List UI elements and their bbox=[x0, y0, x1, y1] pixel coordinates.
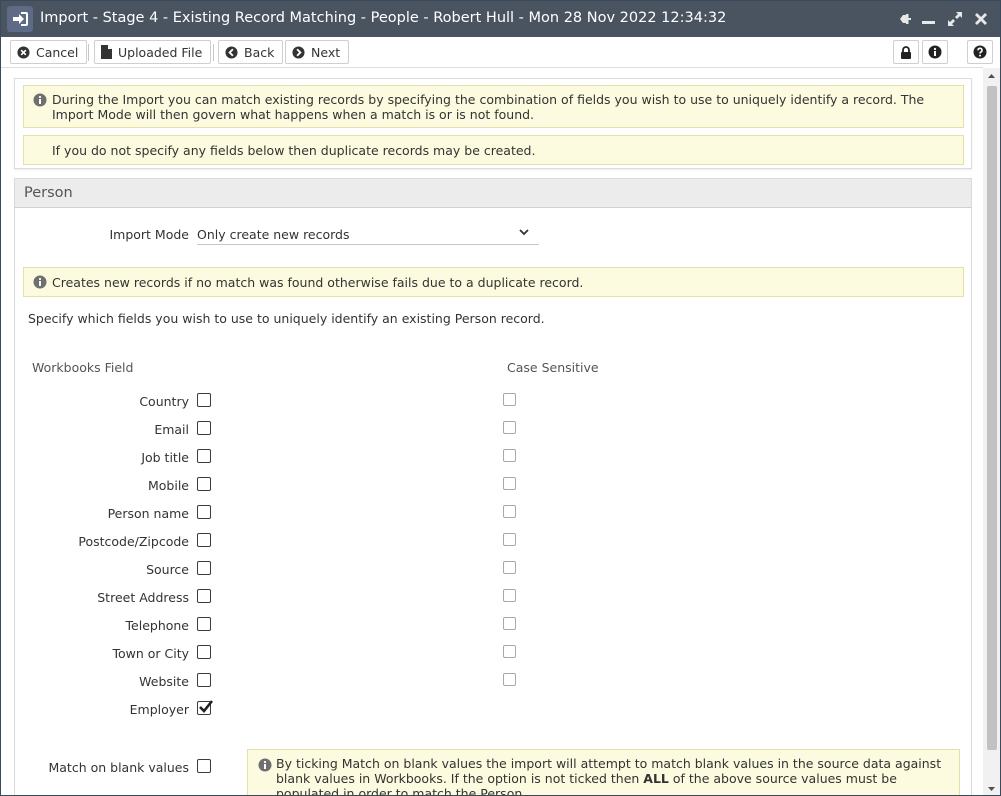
case-checkbox-email[interactable] bbox=[503, 421, 516, 434]
case-checkbox-website[interactable] bbox=[503, 673, 516, 686]
field-checkbox-telephone[interactable] bbox=[197, 617, 211, 631]
title-bar: Import - Stage 4 - Existing Record Match… bbox=[1, 1, 1000, 37]
field-checkbox-mobile[interactable] bbox=[197, 477, 211, 491]
field-checkbox-street-address[interactable] bbox=[197, 589, 211, 603]
uploaded-file-button[interactable]: Uploaded File bbox=[94, 40, 212, 64]
toolbar-divider bbox=[88, 44, 89, 61]
field-checkbox-job-title[interactable] bbox=[197, 449, 211, 463]
field-label: Country bbox=[139, 394, 189, 409]
mode-description-notice: Creates new records if no match was foun… bbox=[23, 267, 964, 297]
intro-card: During the Import you can match existing… bbox=[14, 78, 972, 169]
toolbar-divider bbox=[213, 44, 214, 61]
case-checkbox-person-name[interactable] bbox=[503, 505, 516, 518]
person-panel-header: Person bbox=[14, 178, 972, 208]
help-button[interactable] bbox=[967, 40, 993, 64]
match-blank-checkbox[interactable] bbox=[197, 759, 211, 773]
field-checkbox-website[interactable] bbox=[197, 673, 211, 687]
back-label: Back bbox=[244, 44, 275, 60]
panel-title: Person bbox=[24, 185, 73, 201]
next-label: Next bbox=[311, 44, 341, 60]
info-circle-icon bbox=[33, 275, 47, 289]
field-label: Street Address bbox=[97, 590, 189, 605]
field-label: Person name bbox=[107, 506, 189, 521]
field-label: Website bbox=[139, 674, 189, 689]
case-checkbox-mobile[interactable] bbox=[503, 477, 516, 490]
field-label: Email bbox=[154, 422, 189, 437]
field-label: Job title bbox=[141, 450, 189, 465]
scroll-up-icon[interactable] bbox=[983, 68, 1000, 84]
field-label: Mobile bbox=[147, 478, 189, 493]
maximize-icon[interactable] bbox=[944, 8, 966, 30]
field-label: Town or City bbox=[112, 646, 189, 661]
match-blank-label: Match on blank values bbox=[48, 760, 189, 775]
blank-note-emphasis: ALL bbox=[643, 771, 669, 786]
field-label: Telephone bbox=[125, 618, 189, 633]
field-checkbox-source[interactable] bbox=[197, 561, 211, 575]
uploaded-file-label: Uploaded File bbox=[118, 44, 203, 60]
window-title: Import - Stage 4 - Existing Record Match… bbox=[40, 10, 727, 26]
workbooks-field-header: Workbooks Field bbox=[32, 360, 134, 375]
case-checkbox-telephone[interactable] bbox=[503, 617, 516, 630]
import-mode-value: Only create new records bbox=[197, 227, 350, 242]
back-button[interactable]: Back bbox=[218, 40, 284, 64]
import-window: Import - Stage 4 - Existing Record Match… bbox=[0, 0, 1001, 796]
import-mode-select[interactable]: Only create new records bbox=[197, 223, 539, 245]
scroll-thumb[interactable] bbox=[987, 86, 997, 750]
case-checkbox-postcode[interactable] bbox=[503, 533, 516, 546]
arrow-circle-left-icon bbox=[225, 45, 238, 59]
blank-values-text: By ticking Match on blank values the imp… bbox=[276, 756, 951, 795]
chevron-down-icon bbox=[519, 229, 529, 236]
next-button[interactable]: Next bbox=[285, 40, 350, 64]
field-checkbox-email[interactable] bbox=[197, 421, 211, 435]
info-button[interactable] bbox=[922, 40, 948, 64]
field-label: Employer bbox=[129, 702, 189, 717]
info-circle-icon bbox=[928, 45, 942, 59]
case-checkbox-source[interactable] bbox=[503, 561, 516, 574]
field-checkbox-person-name[interactable] bbox=[197, 505, 211, 519]
field-checkbox-town-city[interactable] bbox=[197, 645, 211, 659]
intro-notice: During the Import you can match existing… bbox=[23, 85, 964, 128]
check-icon bbox=[199, 700, 214, 713]
field-label: Postcode/Zipcode bbox=[78, 534, 189, 549]
case-checkbox-job-title[interactable] bbox=[503, 449, 516, 462]
instructions-text: Specify which fields you wish to use to … bbox=[28, 311, 545, 326]
file-icon bbox=[101, 45, 112, 59]
info-circle-icon bbox=[33, 93, 47, 107]
field-checkbox-postcode[interactable] bbox=[197, 533, 211, 547]
minimize-icon[interactable] bbox=[918, 8, 940, 30]
duplicate-text: If you do not specify any fields below t… bbox=[52, 143, 536, 158]
question-circle-icon bbox=[973, 45, 987, 59]
import-mode-label: Import Mode bbox=[109, 227, 189, 242]
toolbar: Cancel Uploaded File Back Next bbox=[1, 37, 1000, 67]
arrow-circle-right-icon bbox=[292, 45, 305, 59]
lock-button[interactable] bbox=[893, 40, 919, 64]
case-checkbox-street-address[interactable] bbox=[503, 589, 516, 602]
lock-icon bbox=[901, 45, 911, 59]
scroll-down-icon[interactable] bbox=[983, 781, 1000, 795]
case-checkbox-country[interactable] bbox=[503, 393, 516, 406]
duplicate-notice: If you do not specify any fields below t… bbox=[23, 135, 964, 165]
blank-values-notice: By ticking Match on blank values the imp… bbox=[247, 749, 960, 795]
content-area: During the Import you can match existing… bbox=[1, 67, 983, 795]
pin-icon[interactable] bbox=[892, 8, 914, 30]
case-sensitive-header: Case Sensitive bbox=[507, 360, 599, 375]
field-checkbox-employer[interactable] bbox=[197, 700, 214, 715]
close-icon[interactable] bbox=[970, 8, 992, 30]
field-label: Source bbox=[146, 562, 189, 577]
info-circle-icon bbox=[258, 758, 272, 772]
field-checkbox-country[interactable] bbox=[197, 393, 211, 407]
cancel-button[interactable]: Cancel bbox=[10, 40, 88, 64]
vertical-scrollbar[interactable] bbox=[983, 68, 1000, 795]
mode-description-text: Creates new records if no match was foun… bbox=[52, 275, 584, 290]
sign-in-icon bbox=[7, 6, 33, 32]
case-checkbox-town-city[interactable] bbox=[503, 645, 516, 658]
intro-text: During the Import you can match existing… bbox=[52, 92, 925, 122]
times-circle-icon bbox=[17, 45, 30, 59]
cancel-label: Cancel bbox=[36, 44, 79, 60]
